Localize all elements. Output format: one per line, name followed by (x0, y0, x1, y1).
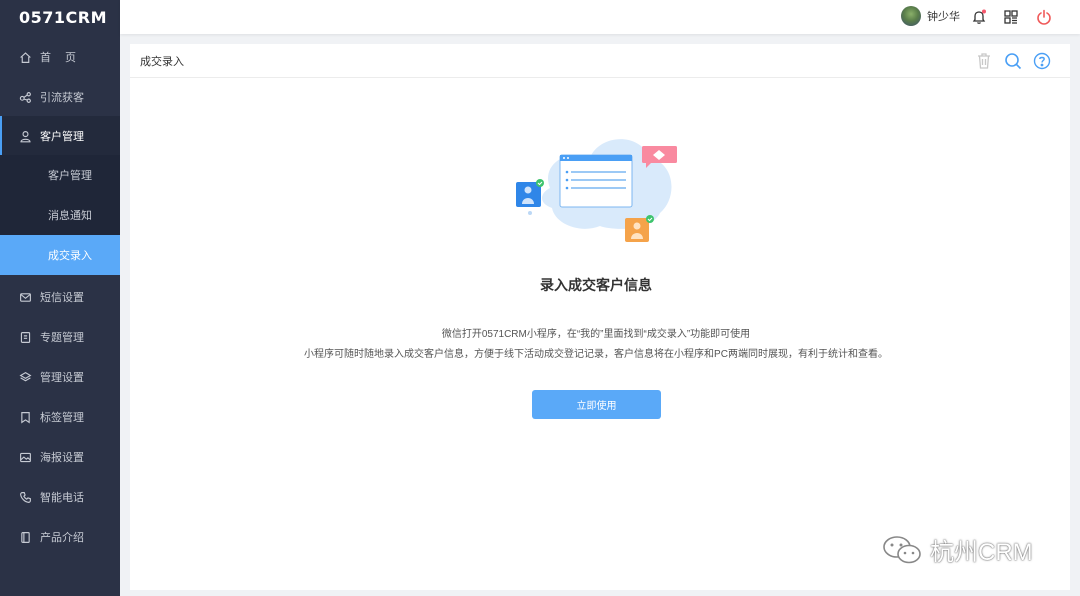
sidebar-item-label: 海报设置 (40, 452, 84, 464)
card-header: 成交录入 (130, 44, 1070, 78)
trash-icon[interactable] (974, 51, 994, 71)
app-logo[interactable]: 0571CRM (0, 0, 120, 34)
user-icon (18, 129, 32, 143)
user-name[interactable]: 钟少华 (927, 8, 960, 24)
submenu-item-customer-management[interactable]: 客户管理 (0, 155, 120, 195)
book-icon (18, 530, 32, 544)
power-icon[interactable] (1035, 8, 1053, 26)
help-icon[interactable] (1032, 51, 1052, 71)
watermark-text: 杭州CRM (930, 539, 1033, 566)
page-title: 成交录入 (140, 55, 184, 68)
sidebar-item-label: 引流获客 (40, 92, 84, 104)
sidebar-item-label: 智能电话 (40, 492, 84, 504)
layers-icon (18, 370, 32, 384)
home-icon (18, 50, 32, 64)
use-now-button[interactable]: 立即使用 (532, 390, 661, 419)
sidebar-item-customer-management[interactable]: 客户管理 (0, 116, 120, 156)
sidebar-item-home[interactable]: 首 页 (0, 37, 120, 77)
sidebar-item-label: 产品介绍 (40, 532, 84, 544)
sidebar-item-label: 客户管理 (40, 131, 84, 143)
empty-state-illustration (510, 128, 690, 248)
watermark: 杭州CRM (880, 532, 1033, 567)
top-bar: 钟少华 (120, 0, 1080, 34)
bell-icon[interactable] (970, 8, 988, 26)
search-icon[interactable] (1003, 51, 1023, 71)
user-menu[interactable]: 钟少华 (901, 6, 960, 26)
phone-icon (18, 490, 32, 504)
sidebar-item-product-intro[interactable]: 产品介绍 (0, 517, 120, 557)
sidebar-item-label: 标签管理 (40, 412, 84, 424)
share-icon (18, 90, 32, 104)
tag-icon (18, 410, 32, 424)
sidebar-item-poster-settings[interactable]: 海报设置 (0, 437, 120, 477)
sidebar-item-admin-settings[interactable]: 管理设置 (0, 357, 120, 397)
wechat-icon (883, 535, 921, 563)
sidebar-item-label: 首 页 (40, 52, 77, 64)
sidebar-item-label: 管理设置 (40, 372, 84, 384)
empty-state-heading: 录入成交客户信息 (540, 277, 652, 293)
sidebar-item-lead-generation[interactable]: 引流获客 (0, 77, 120, 117)
notification-dot (982, 9, 986, 14)
description-line-2: 小程序可随时随地录入成交客户信息，方便于线下活动成交登记记录，客户信息将在小程序… (304, 349, 888, 360)
description-line-1: 微信打开0571CRM小程序，在“我的”里面找到“成交录入”功能即可使用 (441, 329, 751, 340)
image-icon (18, 450, 32, 464)
submenu-item-deal-entry[interactable]: 成交录入 (0, 235, 120, 275)
avatar[interactable] (901, 6, 921, 26)
sidebar: 0571CRM 首 页 引流获客 客户管理 客户管理 消息通知 成交录入 短信设… (0, 0, 120, 596)
sidebar-item-tag-management[interactable]: 标签管理 (0, 397, 120, 437)
sidebar-item-smart-phone[interactable]: 智能电话 (0, 477, 120, 517)
main-card: 成交录入 (130, 44, 1070, 590)
submenu-item-message-notification[interactable]: 消息通知 (0, 195, 120, 235)
apps-grid-icon[interactable] (1002, 8, 1020, 26)
